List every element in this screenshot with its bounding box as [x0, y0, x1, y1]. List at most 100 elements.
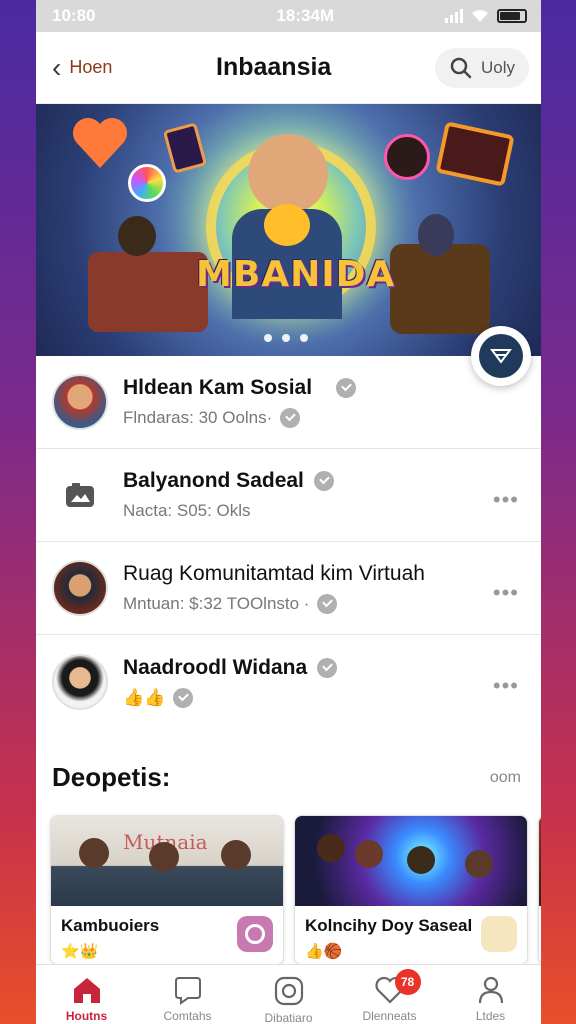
piano-player-figure [88, 252, 208, 332]
more-options-icon[interactable]: ••• [493, 582, 519, 604]
card-person [221, 840, 251, 870]
header: ‹ Hoen Inbaansia Uoly [36, 32, 541, 104]
verified-icon [317, 657, 338, 678]
list-item-body: Ruag Komunitamtad kim Virtuah Mntuan: $:… [123, 562, 527, 614]
verified-icon [280, 408, 301, 428]
section-title: Deopetis: [52, 762, 171, 792]
list-item-title-text: Balyanond Sadeal [123, 469, 304, 492]
verified-icon [313, 471, 334, 491]
list-item-subtitle: Nacta: S05: Okls [123, 501, 527, 521]
card-person [79, 838, 109, 868]
list-item-title: Ruag Komunitamtad kim Virtuah [123, 562, 527, 586]
list-item-title: Hldean Kam Sosial [123, 376, 527, 400]
verified-icon [336, 378, 357, 398]
verified-icon [173, 687, 194, 708]
avatar [52, 467, 108, 523]
portrait-bubble [384, 134, 430, 180]
avatar [52, 374, 108, 430]
person-center-avatar [248, 134, 328, 214]
piano-player-head [118, 216, 156, 256]
carousel-dot[interactable] [300, 334, 308, 342]
list-item[interactable]: Naadroodl Widana 👍👍 ••• [36, 635, 541, 728]
floating-action-button[interactable] [471, 326, 531, 386]
list-item[interactable]: Ruag Komunitamtad kim Virtuah Mntuan: $:… [36, 542, 541, 635]
list-item-title-text: Ruag Komunitamtad kim Virtuah [123, 562, 425, 585]
status-indicators [445, 9, 527, 23]
battery-icon [497, 9, 527, 23]
list-item-title: Naadroodl Widana [123, 656, 527, 680]
more-options-icon[interactable]: ••• [493, 675, 519, 697]
card-person [355, 840, 383, 868]
section-see-all-link[interactable]: oom [490, 769, 521, 787]
list-item-title-text: Naadroodl Widana [123, 655, 308, 679]
carousel-dot[interactable] [264, 334, 272, 342]
home-icon [73, 978, 100, 1003]
list-item-body: Hldean Kam Sosial Flndaras: 30 Oolns· [123, 376, 527, 428]
camera-icon [274, 976, 303, 1006]
emoji-face-icon [264, 204, 310, 246]
tab-home[interactable]: Houtns [42, 975, 132, 1023]
wifi-icon [472, 10, 488, 22]
list-item-subtitle-text: Nacta: S05: Okls [123, 501, 251, 520]
badge-ring-icon [245, 924, 265, 944]
status-bar: 10:80 18:34M [36, 0, 541, 32]
phone-decoration-icon [162, 122, 208, 174]
profile-icon [478, 976, 503, 1004]
page-title: Inbaansia [216, 53, 332, 81]
back-button[interactable]: ‹ Hoen [52, 51, 112, 83]
crown-sign-decoration [435, 121, 515, 187]
card-carousel[interactable]: Mutnaia Kambuoiers ⭐👑 Kolncihy Doy Sasea… [36, 815, 541, 967]
list-item[interactable]: Hldean Kam Sosial Flndaras: 30 Oolns· [36, 356, 541, 449]
heart-decoration-icon [73, 118, 127, 168]
hero-banner[interactable]: MBANIDA [36, 104, 541, 356]
more-options-icon[interactable]: ••• [493, 489, 519, 511]
search-icon [450, 57, 472, 78]
list-item-subtitle-text: 👍👍 [123, 687, 166, 707]
verified-icon [317, 594, 338, 614]
avatar [52, 560, 108, 616]
bottom-tab-bar: Houtns Comtahs Dibatiaro 78 Dlenneats Lt… [36, 964, 541, 1024]
tab-camera[interactable]: Dibatiaro [244, 975, 334, 1024]
carousel-dot[interactable] [282, 334, 290, 342]
list-item[interactable]: Balyanond Sadeal Nacta: S05: Okls ••• [36, 449, 541, 542]
card-partial[interactable] [538, 815, 541, 965]
list-item-subtitle: Mntuan: $:32 TOOlnsto · [123, 594, 527, 614]
search-button[interactable]: Uoly [434, 47, 529, 88]
phone-screen: 10:80 18:34M ‹ Hoen Inbaansia Uoly MBANI… [36, 0, 541, 1024]
card-person [149, 842, 179, 872]
card-image [539, 816, 541, 906]
card[interactable]: Mutnaia Kambuoiers ⭐👑 [50, 815, 284, 965]
list-item-body: Naadroodl Widana 👍👍 [123, 656, 527, 708]
photo-icon [66, 483, 94, 507]
chevron-left-icon: ‹ [52, 51, 62, 83]
card-book-badge-icon[interactable] [481, 916, 517, 952]
tab-chat[interactable]: Comtahs [143, 975, 233, 1023]
card-person [407, 846, 435, 874]
list-item-subtitle: Flndaras: 30 Oolns· [123, 408, 527, 428]
carousel-dots[interactable] [264, 334, 308, 342]
hero-title: MBANIDA [196, 254, 396, 295]
notification-badge: 78 [394, 969, 421, 995]
guitar-player-head [418, 214, 454, 256]
card-action-badge-icon[interactable] [237, 916, 273, 952]
list-item-subtitle-text: Mntuan: $:32 TOOlnsto · [123, 594, 310, 613]
tab-label: Dlenneats [362, 1009, 417, 1023]
card-image: Mutnaia [51, 816, 283, 906]
card[interactable]: Kolncihy Doy Saseal 👍🏀 [294, 815, 528, 965]
avatar [52, 653, 108, 710]
signal-icon [445, 9, 463, 23]
card-person [465, 850, 493, 878]
list-item-subtitle: 👍👍 [123, 687, 527, 708]
list-item-title-text: Hldean Kam Sosial [123, 376, 313, 399]
tab-label: Comtahs [163, 1009, 212, 1023]
search-label: Uoly [480, 57, 515, 77]
list-item-body: Balyanond Sadeal Nacta: S05: Okls [123, 469, 527, 521]
tab-label: Houtns [65, 1009, 108, 1023]
status-time-center: 18:34M [276, 6, 335, 25]
card-person [317, 834, 345, 862]
tab-notifications[interactable]: 78 Dlenneats [345, 969, 435, 1023]
tab-profile[interactable]: Ltdes [446, 975, 536, 1023]
tab-label: Ltdes [475, 1009, 506, 1023]
section-header: Deopetis: oom [36, 740, 541, 815]
guitar-player-figure [390, 244, 490, 334]
